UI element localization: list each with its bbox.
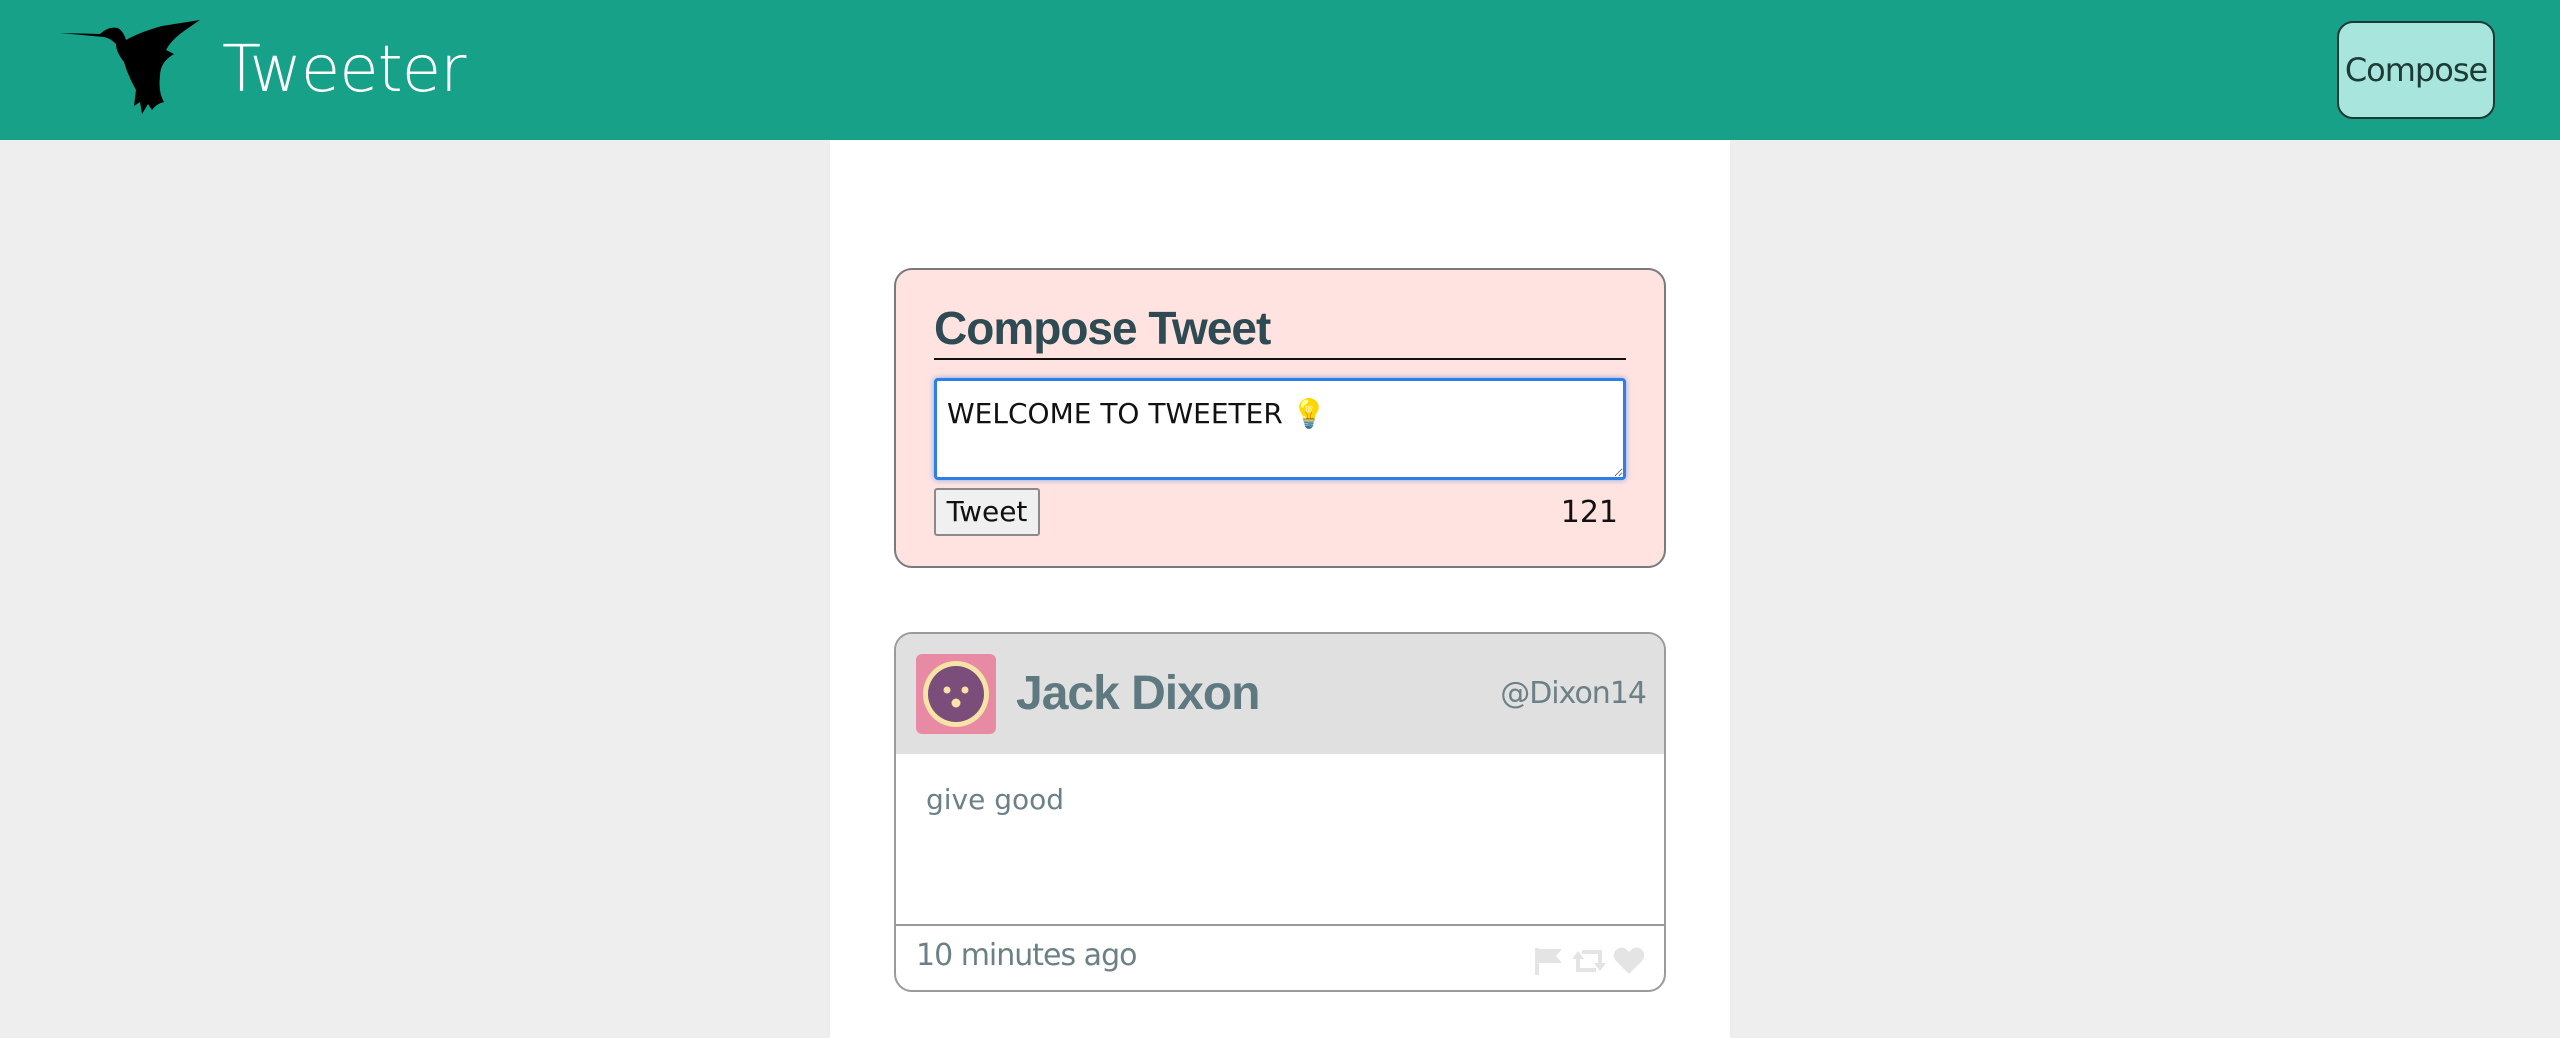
app-brand[interactable]: Tweeter	[222, 30, 466, 110]
avatar-icon	[916, 654, 996, 734]
hummingbird-icon[interactable]	[60, 18, 208, 118]
author-handle: @Dixon14	[1500, 676, 1647, 711]
tweet-card: Jack Dixon @Dixon14 give good 10 minutes…	[894, 632, 1666, 992]
compose-title: Compose Tweet	[934, 300, 1626, 360]
main-container: Compose Tweet WELCOME TO TWEETER 💡 Tweet…	[830, 140, 1730, 1038]
flag-icon[interactable]	[1532, 946, 1566, 976]
tweet-input[interactable]: WELCOME TO TWEETER 💡	[934, 378, 1626, 480]
tweet-header: Jack Dixon @Dixon14	[896, 634, 1664, 754]
heart-icon[interactable]	[1612, 946, 1646, 976]
retweet-icon[interactable]	[1572, 946, 1606, 976]
compose-panel: Compose Tweet WELCOME TO TWEETER 💡 Tweet…	[894, 268, 1666, 568]
tweet-button[interactable]: Tweet	[934, 488, 1040, 536]
tweet-footer: 10 minutes ago	[896, 924, 1664, 990]
character-counter: 121	[1560, 495, 1618, 530]
author-name: Jack Dixon	[1016, 667, 1260, 720]
compose-button[interactable]: Compose	[2337, 21, 2495, 119]
tweet-content: give good	[926, 783, 1065, 816]
tweet-timestamp: 10 minutes ago	[916, 938, 1137, 973]
navbar: Tweeter Compose	[0, 0, 2560, 140]
